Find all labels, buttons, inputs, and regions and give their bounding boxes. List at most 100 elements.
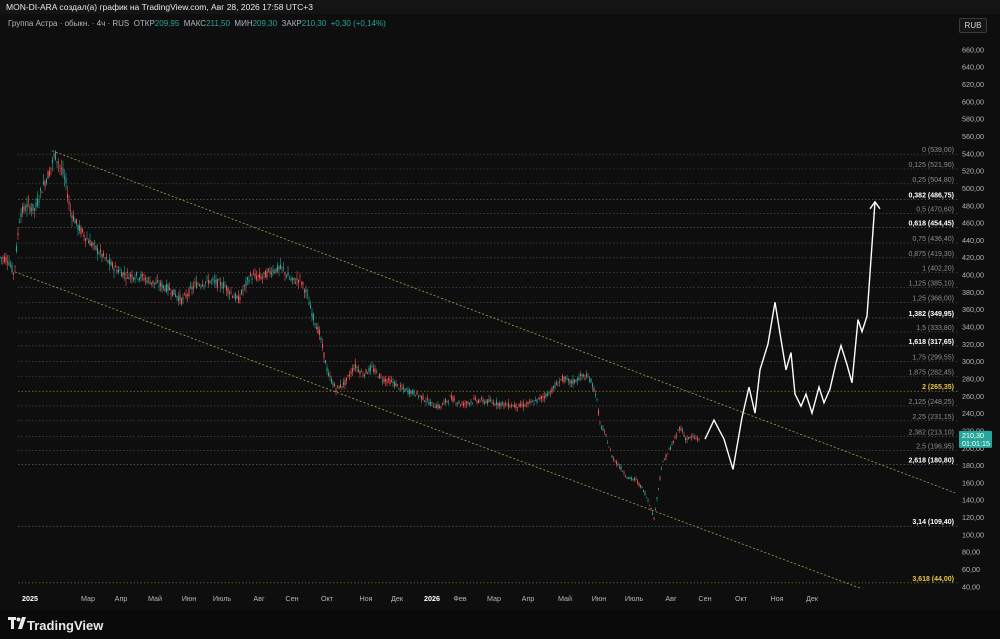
candle-body	[209, 280, 211, 283]
candle-body	[621, 471, 624, 472]
candle-body	[647, 500, 649, 502]
candle-body	[155, 281, 157, 285]
candle-body	[8, 262, 10, 265]
candle-body	[554, 385, 556, 388]
candle-body	[185, 294, 187, 298]
candle-body	[681, 429, 684, 432]
candle-body	[363, 374, 366, 377]
candle-body	[639, 484, 642, 488]
candle-body	[339, 383, 342, 388]
candle-body	[17, 233, 19, 236]
time-axis-label: Сен	[698, 594, 711, 603]
candle-body	[47, 171, 49, 180]
candle-body	[164, 288, 166, 291]
candle-body	[138, 277, 141, 280]
candle-body	[687, 436, 690, 439]
candle-body	[663, 459, 666, 461]
candle-body	[671, 443, 673, 446]
candle-body	[404, 389, 406, 392]
candle-body	[462, 402, 465, 406]
candle-body	[480, 398, 483, 399]
candle-body	[80, 227, 82, 234]
candle-body	[170, 293, 172, 295]
candle-body	[330, 379, 333, 384]
candle-body	[119, 269, 121, 271]
candle-body	[165, 283, 168, 293]
time-axis-label: Мар	[81, 594, 95, 603]
candle-body	[500, 402, 502, 407]
candle-body	[602, 428, 604, 431]
candle-body	[197, 284, 199, 286]
candle-body	[173, 288, 175, 295]
candle-body	[476, 400, 478, 403]
candle-body	[108, 259, 111, 265]
candle-body	[371, 366, 373, 367]
candle-body	[125, 277, 127, 279]
candle-body	[381, 380, 384, 382]
candle-body	[111, 262, 114, 268]
candle-body	[27, 201, 30, 202]
candle-body	[678, 426, 681, 430]
price-chart[interactable]: 0 (539,00) 0,125 (521,90) 0,25 (504,80) 0,3…	[0, 0, 1000, 609]
candle-body	[399, 385, 402, 387]
candle-body	[680, 428, 682, 431]
candle-body	[446, 400, 448, 402]
time-axis-label: Окт	[321, 594, 334, 603]
candle-body	[695, 437, 697, 439]
candle-body	[321, 344, 324, 348]
candle-body	[35, 202, 37, 207]
candle-body	[470, 401, 472, 403]
last-price-countdown: 01:01:15	[962, 439, 990, 448]
candle-body	[135, 272, 138, 276]
candle-body	[23, 206, 25, 211]
candle-body	[618, 466, 621, 468]
candle-body	[696, 437, 699, 440]
fib-level-label: 1,125 (385,10)	[908, 280, 954, 287]
candle-body	[492, 402, 495, 405]
candle-body	[504, 402, 507, 405]
candle-body	[443, 401, 445, 403]
brand-name[interactable]: TradingView	[27, 618, 103, 633]
candle-body	[215, 279, 217, 284]
candle-body	[380, 375, 382, 377]
candle-body	[81, 228, 84, 233]
candle-body	[569, 379, 571, 384]
candle-body	[623, 472, 625, 474]
candle-body	[131, 274, 133, 279]
candle-body	[344, 380, 346, 386]
candle-body	[528, 401, 531, 403]
candle-body	[506, 404, 508, 406]
candle-body	[72, 215, 75, 221]
time-axis-label: Апр	[522, 594, 535, 603]
candle-body	[459, 404, 462, 406]
candle-body	[104, 257, 106, 259]
candle-body	[290, 278, 292, 281]
candle-body	[447, 401, 450, 403]
fib-level-label: 0,75 (436,40)	[912, 236, 954, 243]
candle-body	[348, 374, 351, 377]
fib-level-label: 2 (265,35)	[922, 384, 954, 391]
time-axis-label: Дек	[391, 594, 404, 603]
candle-body	[450, 395, 453, 400]
fib-level-label: 3,618 (44,00)	[912, 576, 954, 583]
candle-body	[248, 279, 250, 283]
candle-body	[57, 163, 60, 164]
fib-level-label: 0,382 (486,75)	[908, 192, 954, 199]
candle-body	[150, 282, 153, 284]
candle-body	[21, 206, 24, 214]
candle-body	[501, 401, 504, 404]
candle-body	[33, 208, 36, 210]
candle-body	[657, 488, 660, 490]
time-axis-label: 2025	[22, 594, 38, 603]
time-axis-label: Фев	[453, 594, 466, 603]
candle-body	[285, 275, 288, 277]
fib-level-label: 0,5 (470,60)	[916, 206, 954, 213]
candle-body	[102, 252, 105, 256]
candle-body	[630, 477, 633, 480]
candle-body	[281, 266, 283, 268]
price-axis-label: 600,00	[962, 97, 984, 106]
candle-body	[203, 285, 205, 287]
candle-body	[62, 168, 64, 175]
candle-body	[374, 368, 376, 373]
price-axis-label: 40,00	[962, 582, 980, 591]
